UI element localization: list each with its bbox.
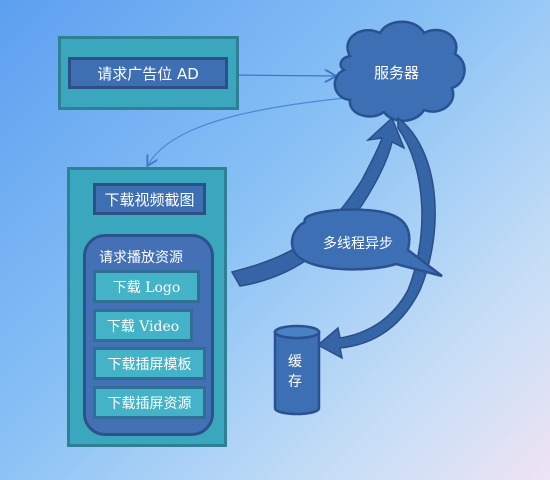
download-interstitial-template-box: 下载插屏模板 [93, 347, 206, 380]
request-ad-label: 请求广告位 AD [97, 64, 199, 83]
download-interstitial-template-label: 下载插屏模板 [107, 356, 192, 373]
request-ad-box: 请求广告位 AD [68, 57, 228, 89]
server-label: 服务器 [374, 64, 420, 82]
play-resources-title: 请求播放资源 [99, 250, 183, 266]
main-panel: 下载视频截图 请求播放资源 下载 Logo 下载 Video 下载插屏模板 下载… [67, 167, 227, 447]
download-logo-box: 下载 Logo [93, 270, 200, 303]
download-video-box: 下载 Video [93, 309, 193, 342]
cache-label: 缓存 [288, 354, 302, 390]
play-resources-group: 请求播放资源 下载 Logo 下载 Video 下载插屏模板 下载插屏资源 [83, 234, 214, 436]
download-video-label: 下载 Video [106, 318, 180, 335]
async-label: 多线程异步 [323, 236, 393, 252]
download-logo-label: 下载 Logo [112, 279, 181, 296]
download-interstitial-resources-label: 下载插屏资源 [107, 395, 192, 412]
download-screenshot-label: 下载视频截图 [104, 190, 195, 209]
request-arrow [227, 75, 335, 76]
request-ad-panel: 请求广告位 AD [58, 36, 239, 110]
download-screenshot-box: 下载视频截图 [93, 183, 206, 215]
download-interstitial-resources-box: 下载插屏资源 [93, 386, 206, 419]
